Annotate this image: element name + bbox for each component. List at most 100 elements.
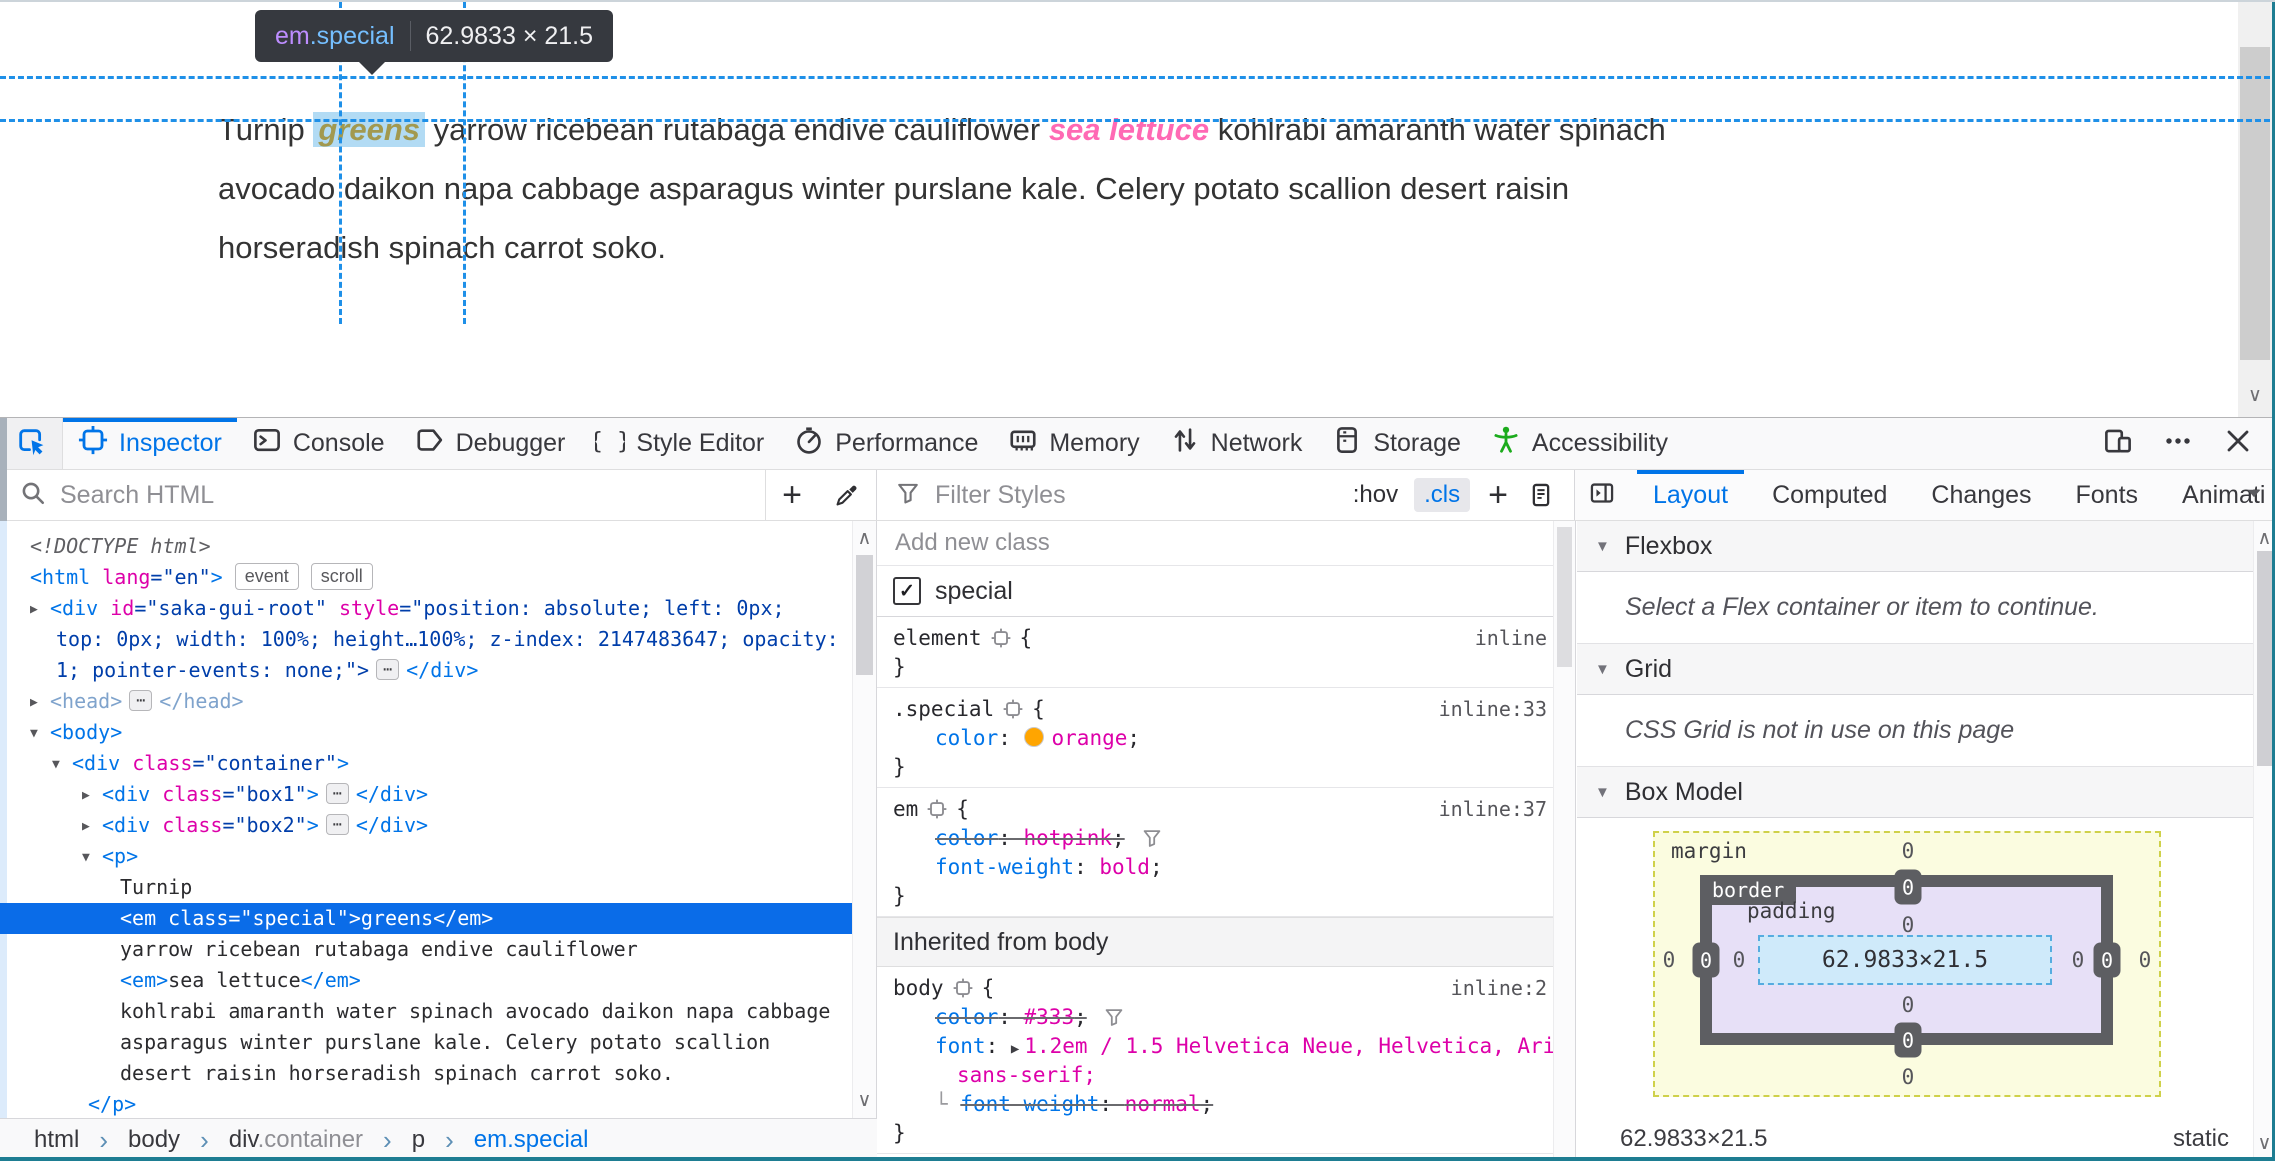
- css-declaration[interactable]: font-weight: bold;: [935, 855, 1163, 879]
- expand-ellipsis-button[interactable]: ⋯: [129, 690, 153, 711]
- margin-bottom-value[interactable]: 0: [1902, 1065, 1915, 1089]
- breadcrumb-item-html[interactable]: html: [34, 1126, 79, 1154]
- css-declaration[interactable]: color: hotpink;: [935, 826, 1125, 850]
- all-tabs-dropdown-icon[interactable]: [2241, 480, 2267, 511]
- css-declaration[interactable]: font: ▶ 1.2em / 1.5 Helvetica Neue, Helve…: [935, 1034, 1575, 1058]
- responsive-mode-button[interactable]: [2103, 426, 2133, 461]
- css-declaration[interactable]: color: #333;: [935, 1005, 1087, 1029]
- tab-console[interactable]: Console: [237, 418, 400, 469]
- css-declaration[interactable]: font-weight: normal;: [960, 1092, 1213, 1116]
- rules-scrollbar-thumb[interactable]: [1557, 527, 1572, 667]
- expand-twisty-icon[interactable]: ▶: [82, 780, 90, 811]
- markup-row[interactable]: ▼ <p>: [0, 841, 853, 872]
- markup-row[interactable]: desert raisin horseradish spinach carrot…: [0, 1058, 853, 1089]
- expand-twisty-icon[interactable]: ▶: [30, 594, 38, 625]
- border-left-value[interactable]: 0: [1692, 942, 1720, 978]
- css-rule[interactable]: element {inline}: [877, 617, 1575, 688]
- box-model-margin[interactable]: margin border padding 62.9833×21.5 0 0 0…: [1653, 831, 2161, 1097]
- expand-ellipsis-button[interactable]: ⋯: [325, 783, 349, 804]
- markup-row[interactable]: ▼ <body>: [0, 717, 853, 748]
- border-right-value[interactable]: 0: [2093, 942, 2121, 978]
- selector-highlighter-icon[interactable]: [953, 977, 973, 998]
- class-checkbox[interactable]: ✓: [893, 577, 921, 605]
- scroll-down-icon[interactable]: ∨: [853, 1091, 876, 1110]
- box-model-section-header[interactable]: ▼ Box Model: [1577, 767, 2275, 818]
- add-node-button[interactable]: +: [766, 476, 818, 515]
- margin-right-value[interactable]: 0: [2139, 948, 2152, 972]
- padding-right-value[interactable]: 0: [2072, 948, 2085, 972]
- markup-row[interactable]: ▶ <div class="box2"> ⋯ </div>: [0, 810, 853, 841]
- sidebar-tab-computed[interactable]: Computed: [1750, 470, 1909, 520]
- pseudo-class-button[interactable]: :hov: [1343, 481, 1408, 509]
- expand-ellipsis-button[interactable]: ⋯: [325, 814, 349, 835]
- page-scrollbar[interactable]: ∨: [2238, 2, 2272, 417]
- css-rule[interactable]: em{inline:37 color: hotpink; font-weight: …: [877, 788, 1575, 917]
- eyedropper-button[interactable]: [818, 482, 876, 508]
- markup-row[interactable]: Turnip: [0, 872, 853, 903]
- selector-highlighter-icon[interactable]: [1003, 698, 1023, 719]
- rule-source-link[interactable]: inline:33: [1439, 695, 1547, 724]
- css-declaration[interactable]: color: orange;: [935, 726, 1140, 750]
- markup-scrollbar-thumb[interactable]: [856, 555, 873, 675]
- tab-inspector[interactable]: Inspector: [63, 418, 237, 469]
- node-picker-button[interactable]: [0, 418, 63, 469]
- rule-source-link[interactable]: inline:37: [1439, 795, 1547, 824]
- breadcrumb-item-emspecial[interactable]: em.special: [474, 1126, 589, 1154]
- border-top-value[interactable]: 0: [1894, 869, 1922, 905]
- sidebar-tab-layout[interactable]: Layout: [1631, 470, 1750, 520]
- flexbox-section-header[interactable]: ▼ Flexbox: [1577, 521, 2275, 572]
- expand-ellipsis-button[interactable]: ⋯: [376, 659, 400, 680]
- add-rule-button[interactable]: +: [1476, 476, 1520, 515]
- tab-performance[interactable]: Performance: [779, 418, 993, 469]
- markup-row[interactable]: 1; pointer-events: none;"> ⋯ </div>: [0, 655, 853, 686]
- markup-row[interactable]: asparagus winter purslane kale. Celery p…: [0, 1027, 853, 1058]
- close-devtools-button[interactable]: [2223, 426, 2253, 461]
- collapse-twisty-icon[interactable]: ▼: [52, 749, 60, 780]
- tab-style-editor[interactable]: { } Style Editor: [580, 418, 779, 469]
- markup-row[interactable]: ▶ <div id="saka-gui-root" style="position…: [0, 593, 853, 624]
- markup-row[interactable]: top: 0px; width: 100%; height…100%; z-in…: [0, 624, 853, 655]
- selector-highlighter-icon[interactable]: [927, 798, 947, 819]
- box-model-content[interactable]: 62.9833×21.5: [1758, 935, 2052, 985]
- sidebar-tab-changes[interactable]: Changes: [1909, 470, 2053, 520]
- add-new-class-input[interactable]: Add new class: [877, 521, 1575, 566]
- grid-section-header[interactable]: ▼ Grid: [1577, 644, 2275, 695]
- filter-styles-input[interactable]: [933, 479, 1343, 511]
- tab-memory[interactable]: Memory: [993, 418, 1154, 469]
- breadcrumb-item-body[interactable]: body: [128, 1126, 180, 1154]
- markup-row[interactable]: <html lang="en"> event scroll: [0, 562, 853, 593]
- markup-row-selected[interactable]: <em class="special">greens</em>: [0, 903, 853, 934]
- rule-source-link[interactable]: inline:2: [1451, 974, 1547, 1003]
- margin-top-value[interactable]: 0: [1902, 839, 1915, 863]
- tab-accessibility[interactable]: Accessibility: [1476, 418, 1683, 469]
- markup-row[interactable]: </p>: [0, 1089, 853, 1118]
- markup-row[interactable]: <em>sea lettuce</em>: [0, 965, 853, 996]
- css-rule[interactable]: .special {inline:33 color: orange;}: [877, 688, 1575, 788]
- padding-left-value[interactable]: 0: [1733, 948, 1746, 972]
- expand-twisty-icon[interactable]: ▶: [82, 811, 90, 842]
- rule-source-link[interactable]: inline: [1475, 624, 1547, 653]
- margin-left-value[interactable]: 0: [1663, 948, 1676, 972]
- tab-storage[interactable]: Storage: [1317, 418, 1476, 469]
- layout-scrollbar-thumb[interactable]: [2257, 551, 2272, 766]
- meatball-menu-button[interactable]: [2163, 426, 2193, 461]
- tab-debugger[interactable]: Debugger: [400, 418, 581, 469]
- page-scrollbar-thumb[interactable]: [2240, 47, 2270, 360]
- expand-shorthand-icon[interactable]: ▶: [1011, 1041, 1019, 1057]
- collapse-twisty-icon[interactable]: ▼: [30, 718, 38, 749]
- sidebar-tab-fonts[interactable]: Fonts: [2054, 470, 2161, 520]
- print-media-button[interactable]: [1520, 482, 1562, 508]
- rules-scrollbar[interactable]: [1553, 521, 1575, 1161]
- markup-row[interactable]: ▶ <div class="box1"> ⋯ </div>: [0, 779, 853, 810]
- selector-highlighter-icon[interactable]: [991, 627, 1011, 648]
- padding-bottom-value[interactable]: 0: [1902, 993, 1915, 1017]
- markup-row[interactable]: yarrow ricebean rutabaga endive cauliflo…: [0, 934, 853, 965]
- expand-twisty-icon[interactable]: ▶: [30, 687, 38, 718]
- collapse-twisty-icon[interactable]: ▼: [82, 842, 90, 873]
- search-html-input[interactable]: [58, 479, 766, 511]
- border-bottom-value[interactable]: 0: [1894, 1022, 1922, 1058]
- scroll-up-icon[interactable]: ∧: [853, 529, 876, 548]
- tab-network[interactable]: Network: [1155, 418, 1318, 469]
- markup-row[interactable]: <!DOCTYPE html>: [0, 531, 853, 562]
- padding-top-value[interactable]: 0: [1902, 913, 1915, 937]
